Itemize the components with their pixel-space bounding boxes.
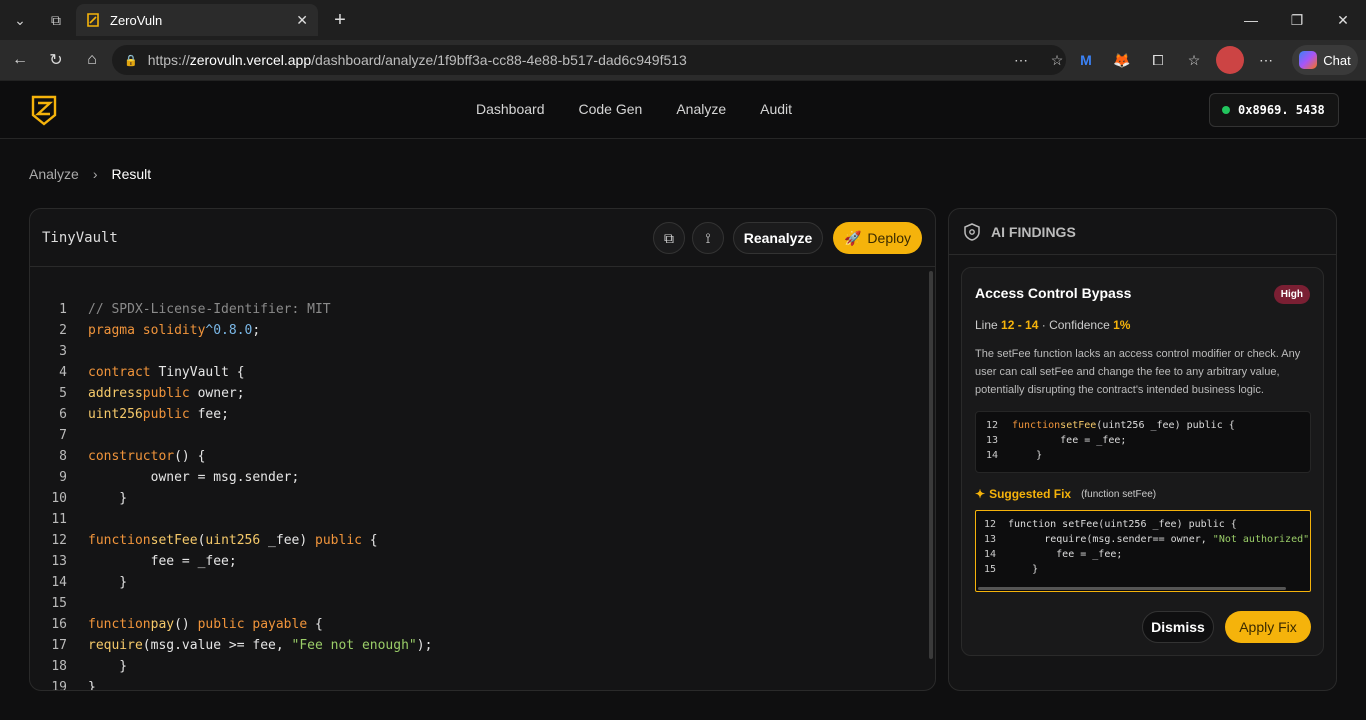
code-line: 2 pragma solidity ^0.8.0;	[59, 323, 261, 338]
code-line: 12 function setFee(uint256 _fee) public …	[51, 533, 378, 548]
confidence-value: 1%	[1113, 318, 1131, 332]
code-line: 16 function pay() public payable {	[51, 617, 323, 632]
minimize-icon[interactable]: —	[1228, 0, 1274, 40]
page-actions-icon[interactable]: ⋯	[1006, 52, 1036, 69]
home-icon[interactable]: ⌂	[74, 51, 110, 69]
extensions-puzzle-icon[interactable]: ⧠	[1144, 46, 1172, 74]
apply-fix-button[interactable]: Apply Fix	[1225, 611, 1311, 643]
contract-name: TinyVault	[42, 230, 118, 246]
code-line: 19}	[51, 680, 96, 691]
code-line: 9 owner = msg.sender;	[59, 470, 300, 485]
code-line: 6 uint256 public fee;	[59, 407, 229, 422]
browser-toolbar: ← ↻ ⌂ 🔒 https://zerovuln.vercel.app/dash…	[0, 40, 1366, 80]
code-line: 13 fee = _fee;	[51, 554, 237, 569]
zerovuln-logo-icon[interactable]	[30, 94, 58, 126]
favorite-star-icon[interactable]: ☆	[1042, 52, 1072, 69]
breadcrumb-analyze[interactable]: Analyze	[29, 166, 79, 182]
nav-analyze[interactable]: Analyze	[676, 101, 726, 117]
settings-more-icon[interactable]: ⋯	[1252, 46, 1280, 74]
fix-scrollbar[interactable]	[978, 587, 1286, 590]
suggested-fix-code[interactable]: 12 function setFee(uint256 _fee) public {…	[975, 510, 1311, 592]
code-line: 11	[51, 512, 67, 527]
browser-tab[interactable]: ZeroVuln ✕	[76, 4, 318, 36]
tab-list-icon[interactable]: ⌄	[6, 6, 34, 34]
suggested-fix-label: ✦ Suggested Fix (function setFee)	[975, 487, 1156, 501]
new-tab-icon[interactable]: +	[326, 6, 354, 34]
app-root: Dashboard Code Gen Analyze Audit 0x8969.…	[0, 80, 1366, 720]
finding-description: The setFee function lacks an access cont…	[975, 348, 1301, 396]
code-line: 7	[59, 428, 67, 443]
code-line: 17 require (msg.value >= fee, "Fee not en…	[51, 638, 433, 653]
zerovuln-favicon-icon	[87, 13, 99, 27]
refresh-icon[interactable]: ↻	[38, 50, 74, 70]
shield-icon	[964, 222, 980, 241]
breadcrumb: Analyze › Result	[29, 166, 151, 182]
favorites-icon[interactable]: ☆	[1180, 46, 1208, 74]
sparkle-icon: ✦	[975, 487, 986, 501]
line-label: Line	[975, 318, 998, 332]
code-line: 14 }	[51, 575, 128, 590]
back-icon[interactable]: ←	[2, 51, 38, 69]
findings-header: AI FINDINGS	[991, 223, 1076, 240]
url-path: /dashboard/analyze/1f9bff3a-cc88-4e88-b5…	[311, 52, 687, 68]
ai-findings-panel: AI FINDINGS Access Control Bypass High L…	[948, 208, 1337, 691]
close-window-icon[interactable]: ✕	[1320, 0, 1366, 40]
top-navigation: Dashboard Code Gen Analyze Audit 0x8969.…	[0, 81, 1366, 139]
close-tab-icon[interactable]: ✕	[296, 12, 308, 29]
chevron-right-icon: ›	[92, 166, 98, 182]
restore-icon[interactable]: ❐	[1274, 0, 1320, 40]
fix-sub: (function setFee)	[1081, 488, 1157, 500]
editor-scrollbar[interactable]	[929, 271, 933, 659]
finding-card: Access Control Bypass High Line 12 - 14 …	[961, 267, 1324, 656]
extension-fox-icon[interactable]: 🦊	[1108, 46, 1136, 74]
nav-dashboard[interactable]: Dashboard	[476, 101, 545, 117]
code-line: 8 constructor() {	[59, 449, 206, 464]
address-bar[interactable]: 🔒 https://zerovuln.vercel.app/dashboard/…	[112, 45, 1066, 75]
confidence-label: · Confidence	[1041, 318, 1110, 332]
code-line: 3	[59, 344, 67, 359]
code-line: 10 }	[51, 491, 128, 506]
nav-code-gen[interactable]: Code Gen	[579, 101, 643, 117]
profile-avatar[interactable]	[1216, 46, 1244, 74]
code-line: 1// SPDX-License-Identifier: MIT	[59, 302, 331, 317]
finding-title: Access Control Bypass	[975, 285, 1132, 301]
dismiss-button[interactable]: Dismiss	[1142, 611, 1214, 643]
wallet-address: 0x8969. 5438	[1238, 103, 1325, 117]
nav-audit[interactable]: Audit	[760, 101, 792, 117]
wallet-button[interactable]: 0x8969. 5438	[1209, 93, 1339, 127]
chat-label: Chat	[1323, 52, 1351, 68]
extension-m-icon[interactable]: M	[1072, 46, 1100, 74]
deploy-label: Deploy	[867, 230, 912, 246]
code-line: 4 contract TinyVault {	[59, 365, 245, 380]
code-view[interactable]: 1// SPDX-License-Identifier: MIT 2 pragma…	[30, 299, 930, 691]
line-range: 12 - 14	[1001, 318, 1039, 332]
copy-icon[interactable]: ⧉	[653, 222, 685, 254]
code-editor-panel: TinyVault ⧉ ⟟ Reanalyze 🚀 Deploy 1// SPD…	[29, 208, 936, 691]
code-line: 18 }	[51, 659, 128, 674]
rocket-icon: 🚀	[843, 229, 862, 246]
browser-tabbar: ⌄ ⧉ ZeroVuln ✕ + — ❐ ✕	[0, 0, 1366, 40]
lock-icon: 🔒	[124, 54, 138, 67]
severity-badge: High	[1273, 285, 1310, 304]
copilot-icon	[1299, 51, 1318, 69]
copilot-chat-button[interactable]: Chat	[1292, 45, 1358, 75]
tab-title: ZeroVuln	[110, 12, 163, 28]
connected-status-dot	[1222, 106, 1230, 114]
deploy-button[interactable]: 🚀 Deploy	[833, 222, 922, 254]
code-line: 15	[51, 596, 67, 611]
workspaces-icon[interactable]: ⧉	[42, 6, 70, 34]
breadcrumb-result: Result	[111, 166, 152, 182]
graph-icon[interactable]: ⟟	[692, 222, 724, 254]
reanalyze-button[interactable]: Reanalyze	[733, 222, 823, 254]
finding-meta: Line 12 - 14 · Confidence 1%	[975, 318, 1130, 332]
vulnerable-snippet: 12 function setFee (uint256 _fee) public …	[975, 411, 1311, 473]
url-host: zerovuln.vercel.app	[189, 52, 312, 68]
fix-label: Suggested Fix	[989, 487, 1072, 501]
code-line: 5 address public owner;	[59, 386, 245, 401]
url-prefix: https://	[147, 52, 190, 68]
